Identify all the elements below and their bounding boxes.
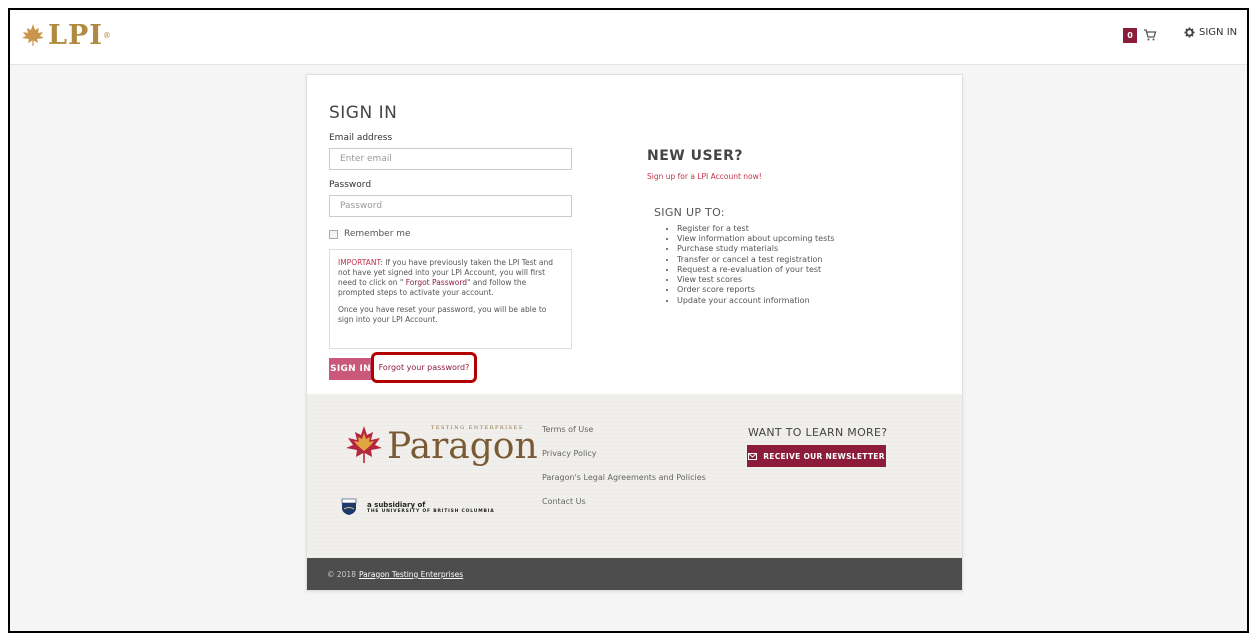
gear-icon (1184, 27, 1195, 38)
signin-card: SIGN IN Email address Enter email Passwo… (306, 74, 963, 591)
footer-link-privacy[interactable]: Privacy Policy (542, 449, 706, 473)
list-item: Request a re-evaluation of your test (677, 265, 835, 275)
important-label: IMPORTANT (338, 258, 381, 267)
maple-leaf-icon (22, 24, 44, 46)
copyright-link[interactable]: Paragon Testing Enterprises (359, 570, 463, 579)
forgot-password-highlight: Forgot your password? (371, 352, 477, 383)
ubc-subsidiary: a subsidiary of THE UNIVERSITY OF BRITIS… (341, 498, 495, 516)
password-label: Password (329, 180, 372, 190)
paragon-name: Paragon (387, 426, 538, 467)
ubc-text: a subsidiary of THE UNIVERSITY OF BRITIS… (367, 501, 495, 514)
remember-me[interactable]: Remember me (329, 229, 411, 239)
list-item: Register for a test (677, 224, 835, 234)
cart-count-badge[interactable]: 0 (1123, 28, 1137, 43)
forgot-password-link[interactable]: Forgot your password? (379, 363, 470, 372)
footer-links: Terms of Use Privacy Policy Paragon's Le… (542, 425, 706, 521)
new-user-title: NEW USER? (647, 148, 744, 164)
header-signin-link[interactable]: SIGN IN (1184, 27, 1237, 38)
paragon-leaf-icon (346, 426, 382, 463)
lpi-logo[interactable]: LPI ® (20, 19, 111, 51)
benefits-list: Register for a test View information abo… (669, 224, 835, 306)
copyright-prefix: © 2018 (327, 569, 356, 579)
footer-link-terms[interactable]: Terms of Use (542, 425, 706, 449)
learn-more-title: WANT TO LEARN MORE? (748, 426, 888, 439)
mail-icon (748, 452, 758, 460)
cart-icon[interactable] (1143, 28, 1157, 42)
important-notice: IMPORTANT: If you have previously taken … (329, 249, 572, 349)
subsidiary-line-2: THE UNIVERSITY OF BRITISH COLUMBIA (367, 508, 495, 514)
newsletter-button[interactable]: RECEIVE OUR NEWSLETTER (747, 445, 886, 467)
signup-to-heading: SIGN UP TO: (654, 206, 725, 219)
top-navbar: LPI ® 0 SIGN IN (10, 10, 1247, 65)
paragon-subtitle: TESTING ENTERPRISES (431, 425, 524, 431)
logo-text: LPI (48, 19, 103, 51)
paragon-wordmark: TESTING ENTERPRISES Paragon (387, 419, 538, 465)
newsletter-label: RECEIVE OUR NEWSLETTER (763, 451, 885, 461)
header-signin-label: SIGN IN (1199, 27, 1238, 38)
email-label: Email address (329, 133, 393, 143)
signin-title: SIGN IN (329, 103, 398, 123)
notice-paragraph-1: IMPORTANT: If you have previously taken … (338, 258, 563, 299)
list-item: Order score reports (677, 285, 835, 295)
notice-forgot-password-link[interactable]: Forgot Password (406, 278, 467, 287)
list-item: Update your account information (677, 296, 835, 306)
browser-frame: LPI ® 0 SIGN IN SIGN IN Email address En… (8, 8, 1249, 633)
paragon-logo[interactable]: TESTING ENTERPRISES Paragon (343, 419, 538, 465)
remember-checkbox[interactable] (329, 229, 338, 239)
registered-mark: ® (102, 30, 111, 40)
signin-button[interactable]: SIGN IN (329, 358, 372, 380)
footer: TESTING ENTERPRISES Paragon a subsidiary… (307, 394, 962, 558)
copyright-bar: © 2018 Paragon Testing Enterprises (307, 558, 962, 590)
password-input[interactable]: Password (329, 195, 572, 217)
list-item: View information about upcoming tests (677, 234, 835, 244)
remember-label: Remember me (344, 229, 411, 239)
email-input[interactable]: Enter email (329, 148, 572, 170)
footer-link-legal[interactable]: Paragon's Legal Agreements and Policies (542, 473, 706, 497)
subsidiary-line-1: a subsidiary of (367, 500, 426, 509)
list-item: Transfer or cancel a test registration (677, 255, 835, 265)
footer-link-contact[interactable]: Contact Us (542, 497, 706, 521)
list-item: View test scores (677, 275, 835, 285)
notice-paragraph-2: Once you have reset your password, you w… (338, 304, 547, 324)
signup-link[interactable]: Sign up for a LPI Account now! (647, 172, 762, 181)
list-item: Purchase study materials (677, 244, 835, 254)
ubc-crest-icon (341, 498, 357, 515)
